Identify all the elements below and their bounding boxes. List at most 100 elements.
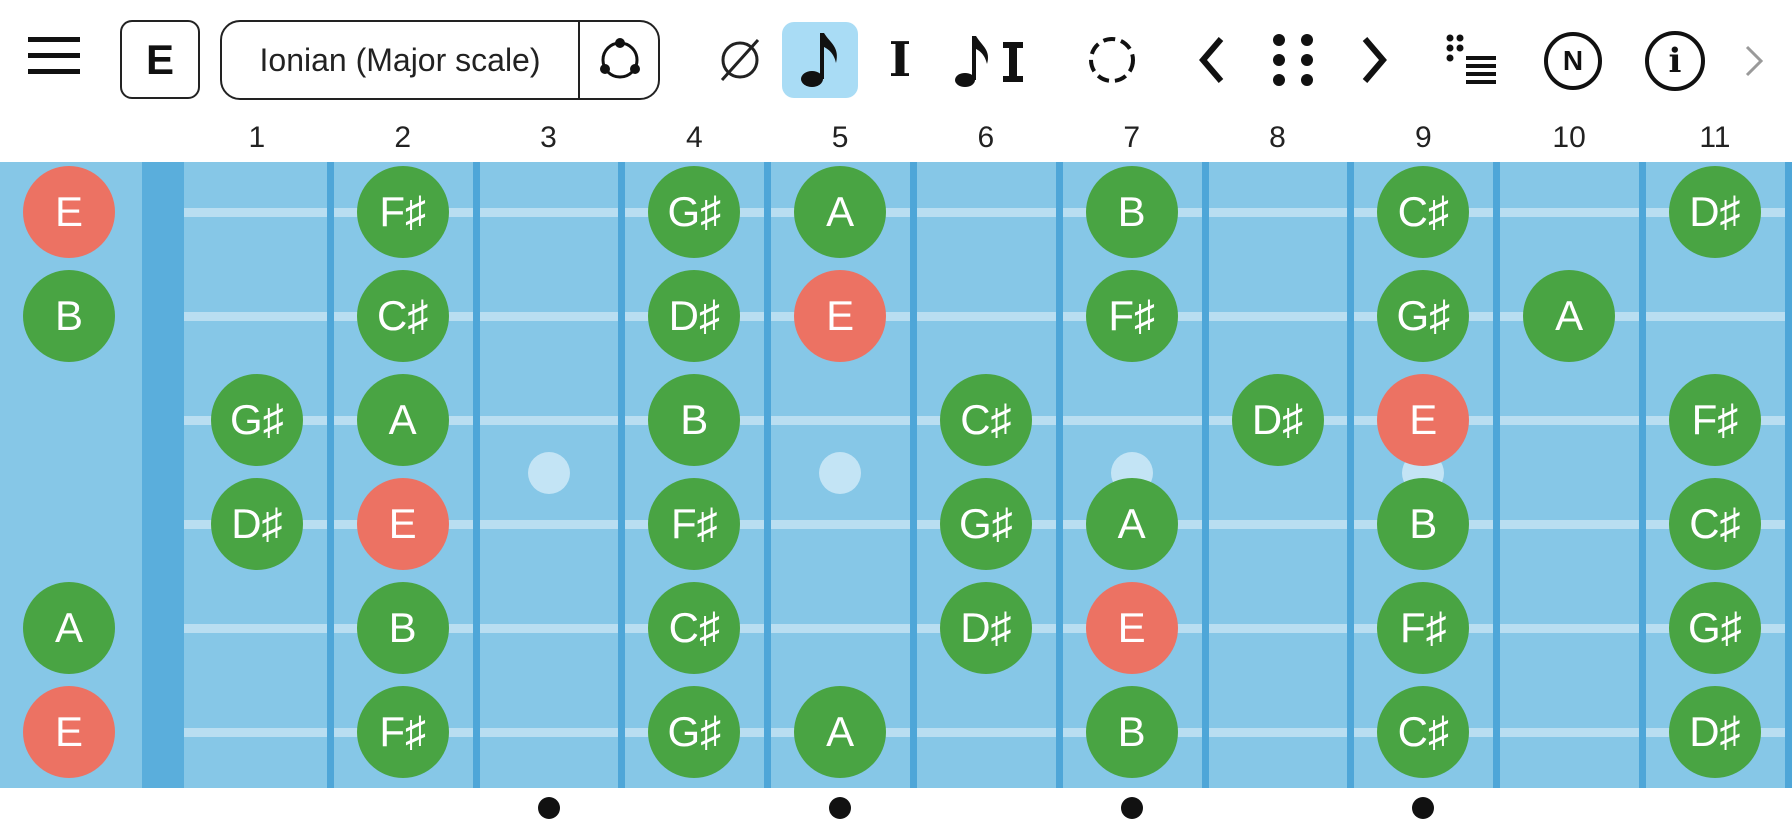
scale-note-marker[interactable]: B (648, 374, 741, 466)
fret-number: 7 (1123, 121, 1141, 154)
next-position-button[interactable] (1354, 30, 1394, 90)
fret-wire (1493, 162, 1501, 788)
scale-note-marker[interactable]: D♯ (1668, 166, 1761, 258)
scale-note-marker[interactable]: B (356, 582, 449, 674)
scale-note-marker[interactable]: G♯ (648, 166, 741, 258)
more-button[interactable] (1736, 36, 1772, 86)
scale-note-marker[interactable]: D♯ (1668, 686, 1761, 778)
scale-note-marker[interactable]: F♯ (356, 686, 449, 778)
note-and-interval-button[interactable] (952, 28, 1032, 94)
next-position-icon (1362, 37, 1387, 83)
fret-wire (910, 162, 917, 788)
scale-note-marker[interactable]: A (356, 374, 449, 466)
scale-note-marker[interactable]: F♯ (1085, 270, 1178, 362)
nut (142, 162, 184, 788)
scale-note-marker[interactable]: B (1085, 686, 1178, 778)
scale-note-marker[interactable]: G♯ (210, 374, 303, 466)
intervals-icon: I (888, 32, 912, 88)
scale-note-marker[interactable]: G♯ (939, 478, 1032, 570)
scale-note-marker[interactable]: G♯ (1668, 582, 1761, 674)
scale-note-marker[interactable]: D♯ (939, 582, 1032, 674)
no-notes-button[interactable] (710, 30, 770, 90)
fret-marker-dot (1412, 797, 1435, 819)
fret-number: 4 (685, 121, 703, 154)
fret-wire (764, 162, 772, 788)
info-icon: i (1645, 31, 1705, 91)
scale-note-marker[interactable]: C♯ (1377, 166, 1470, 258)
root-note-marker[interactable]: E (23, 166, 115, 258)
more-icon (1745, 45, 1764, 77)
fret-number: 3 (540, 121, 557, 154)
scale-note-marker[interactable]: F♯ (1668, 374, 1761, 466)
positions-grid-icon (1273, 34, 1313, 86)
fret-inlay (819, 452, 862, 494)
scale-note-marker[interactable]: C♯ (1377, 686, 1470, 778)
scale-note-marker[interactable]: G♯ (648, 686, 741, 778)
scale-note-marker[interactable]: F♯ (1377, 582, 1470, 674)
fret-wire (1784, 162, 1792, 788)
scale-note-marker[interactable]: C♯ (648, 582, 741, 674)
scale-selector[interactable]: Ionian (Major scale) (220, 20, 660, 100)
fret-wire (1347, 162, 1355, 788)
notation-button[interactable]: N (1540, 28, 1606, 94)
fret-number: 6 (977, 121, 995, 154)
scale-note-marker[interactable]: A (794, 686, 887, 778)
scale-note-marker[interactable]: B (1085, 166, 1178, 258)
scale-note-marker[interactable]: C♯ (939, 374, 1032, 466)
scale-note-marker[interactable]: A (23, 582, 115, 674)
info-label: i (1668, 41, 1682, 81)
fret-wire (1201, 162, 1209, 788)
scale-note-marker[interactable]: A (1085, 478, 1178, 570)
scale-note-marker[interactable]: B (1377, 478, 1470, 570)
menu-button[interactable] (26, 30, 82, 82)
no-notes-icon (720, 38, 760, 82)
root-note-marker[interactable]: E (794, 270, 887, 362)
fret-number: 10 (1552, 121, 1586, 154)
inlay-marker-row (0, 788, 1792, 828)
fret-wire (1639, 162, 1646, 788)
scale-note-marker[interactable]: D♯ (648, 270, 741, 362)
intervals-button[interactable]: I (870, 30, 930, 90)
fret-wire (472, 162, 480, 788)
fret-wire (618, 162, 626, 788)
notation-label: N (1562, 45, 1584, 76)
note-and-interval-icon (955, 36, 1023, 87)
notation-icon: N (1544, 32, 1602, 90)
scale-note-marker[interactable]: D♯ (210, 478, 303, 570)
fretboard[interactable]: E F♯ G♯ A B C♯ D♯ B C♯ D♯ E F♯ G♯ A G♯ A B C♯ D♯ E F♯ D♯ E F♯ G♯… (0, 162, 1792, 788)
root-note-marker[interactable]: E (23, 686, 115, 778)
scale-note-marker[interactable]: F♯ (648, 478, 741, 570)
scale-note-marker[interactable]: C♯ (356, 270, 449, 362)
positions-grid-button[interactable] (1264, 30, 1324, 90)
fret-number: 1 (248, 121, 266, 154)
scale-note-marker[interactable]: C♯ (1668, 478, 1761, 570)
fret-number: 11 (1699, 121, 1731, 154)
circle-of-notes-button[interactable] (580, 22, 660, 98)
root-note-button[interactable]: E (120, 20, 200, 99)
previous-position-button[interactable] (1192, 30, 1232, 90)
scale-note-marker[interactable]: A (1523, 270, 1616, 362)
fret-number: 2 (394, 121, 412, 154)
scale-note-marker[interactable]: D♯ (1231, 374, 1324, 466)
scale-note-marker[interactable]: A (794, 166, 887, 258)
root-note-label: E (145, 35, 174, 83)
circle-of-notes-icon (600, 38, 640, 79)
note-names-icon (801, 33, 837, 87)
fret-marker-dot (1120, 797, 1143, 819)
list-button[interactable] (1442, 30, 1502, 90)
scale-note-marker[interactable]: B (23, 270, 115, 362)
root-note-marker[interactable]: E (1085, 582, 1178, 674)
root-note-marker[interactable]: E (356, 478, 449, 570)
dashed-circle-icon (1089, 37, 1135, 83)
scale-note-marker[interactable]: F♯ (356, 166, 449, 258)
scale-note-marker[interactable]: G♯ (1377, 270, 1470, 362)
fret-marker-dot (829, 797, 852, 819)
dashed-circle-button[interactable] (1082, 30, 1142, 90)
fret-wire (326, 162, 334, 788)
info-button[interactable]: i (1642, 28, 1708, 94)
root-note-marker[interactable]: E (1377, 374, 1470, 466)
note-names-button[interactable] (782, 22, 858, 98)
fret-number: 5 (831, 121, 849, 154)
previous-position-icon (1199, 37, 1224, 83)
fret-inlay (527, 452, 570, 494)
